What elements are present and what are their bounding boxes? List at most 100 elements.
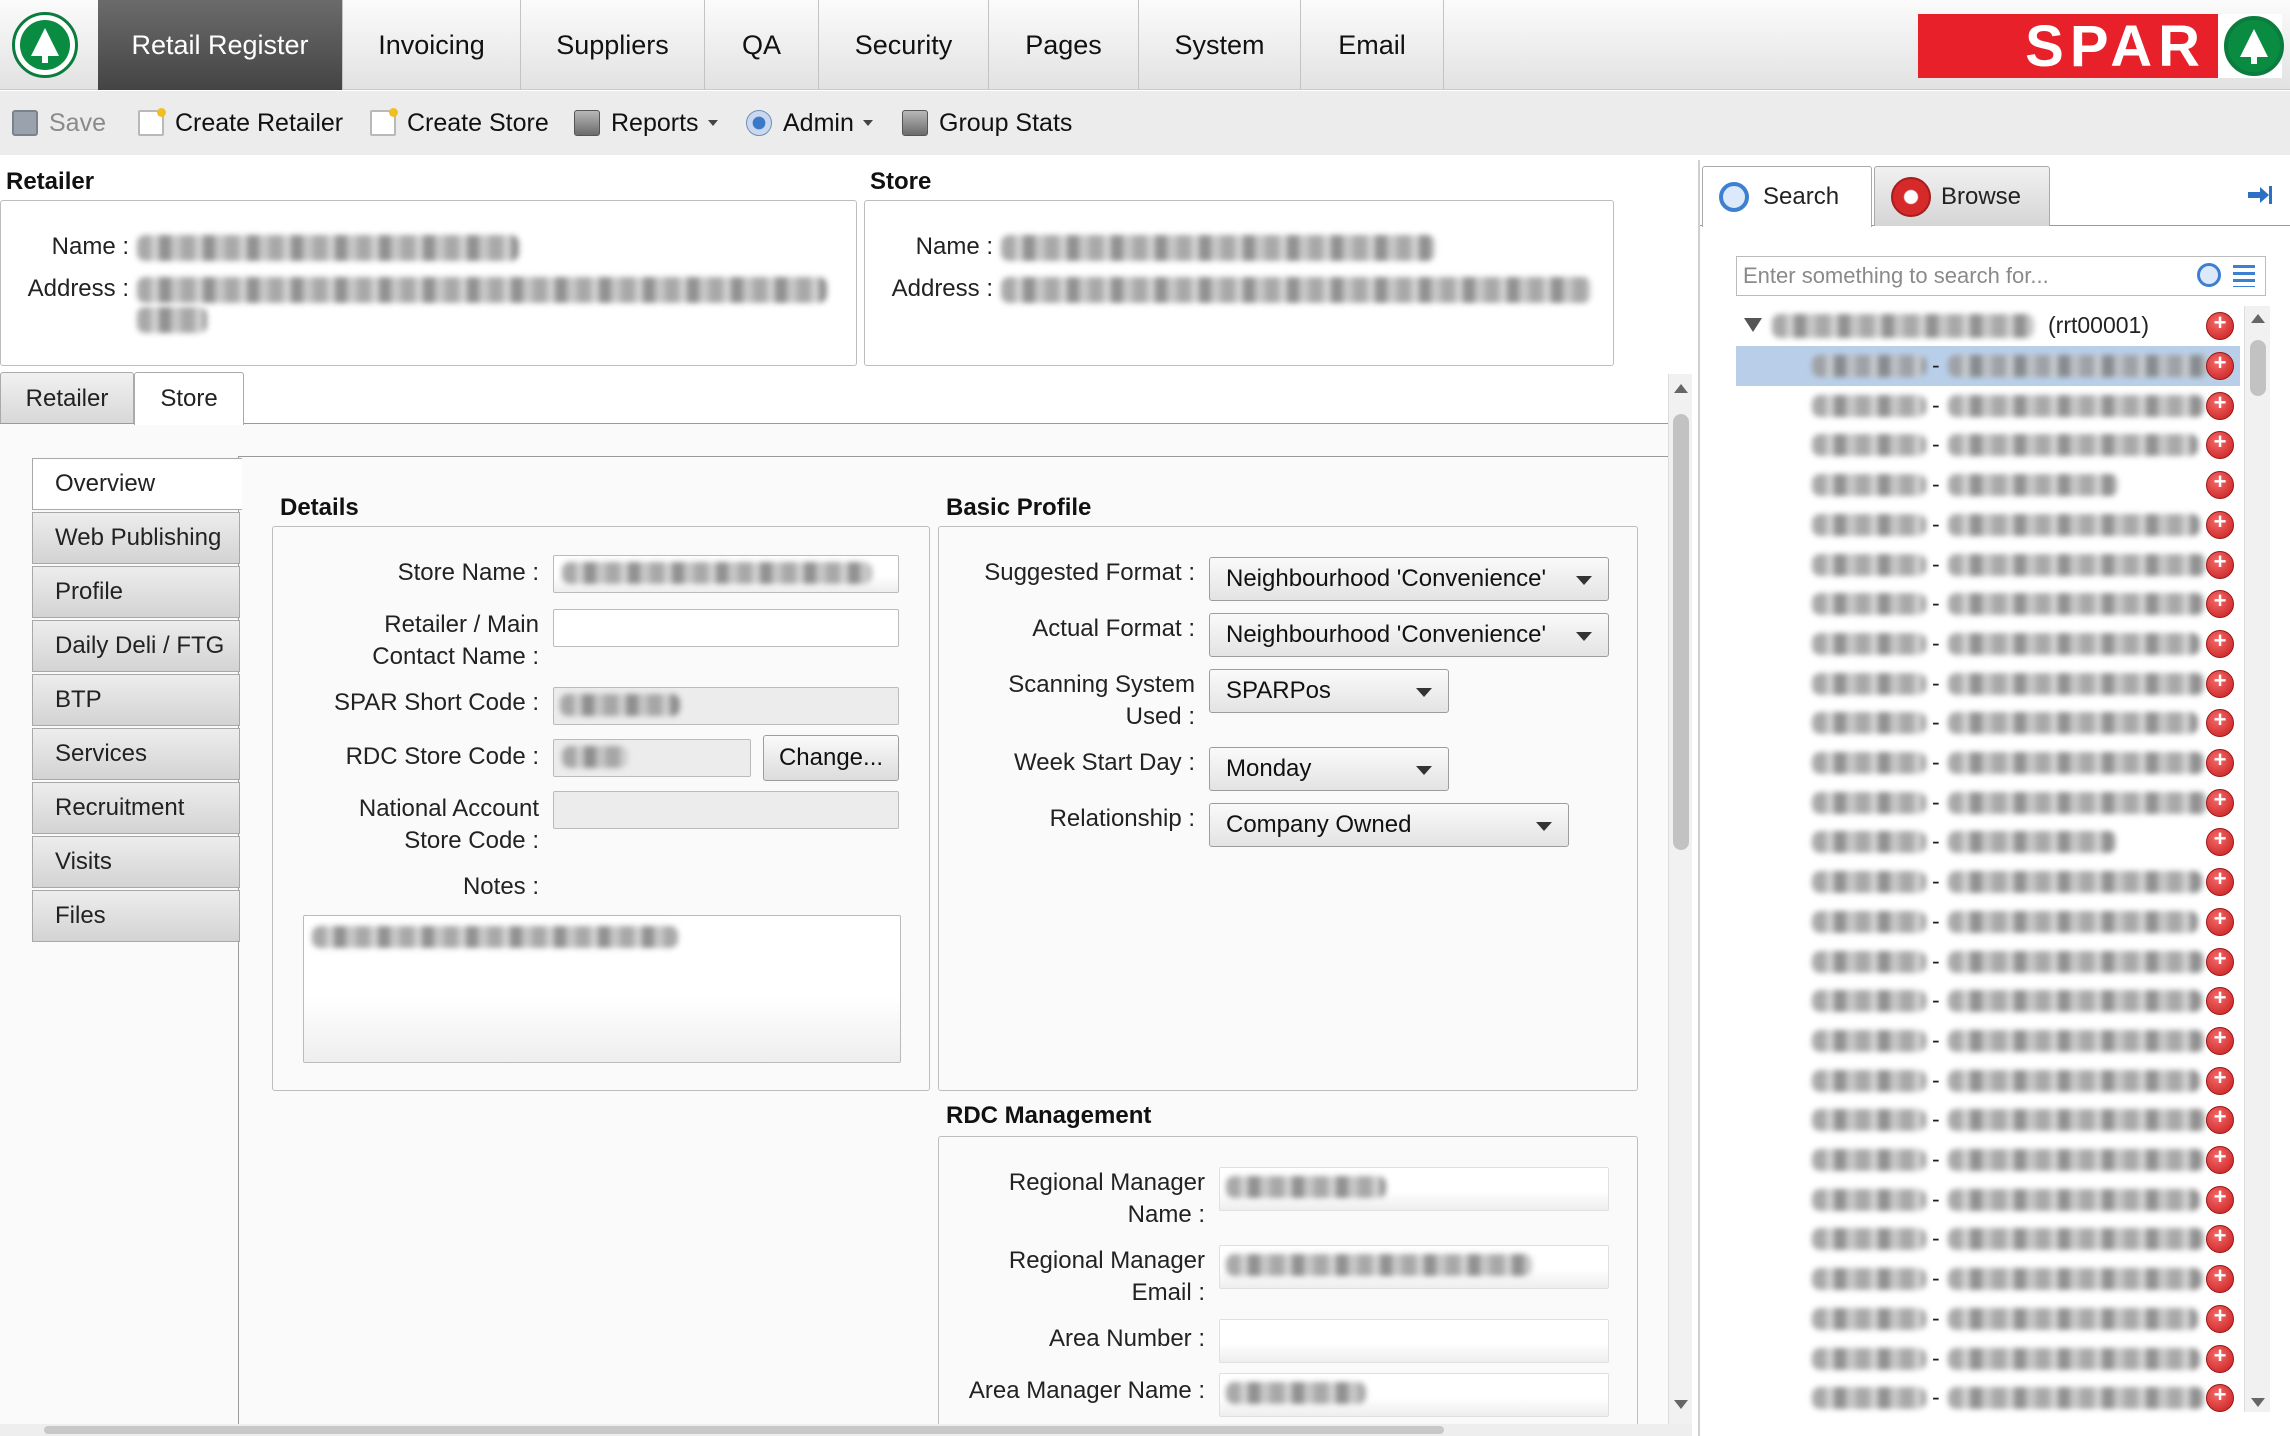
add-favourite-icon[interactable] [2206,985,2234,1016]
side-tab-web-publishing[interactable]: Web Publishing [32,512,240,564]
scroll-down-icon[interactable] [2251,1398,2265,1407]
tree-item[interactable]: - [1736,1140,2240,1180]
add-favourite-icon[interactable] [2206,1144,2234,1174]
tree-item[interactable]: - [1736,465,2240,505]
nav-tab-system[interactable]: System [1139,0,1301,90]
main-vertical-scrollbar[interactable] [1668,374,1692,1424]
tree-item[interactable]: - [1736,1021,2240,1061]
add-favourite-icon[interactable] [2206,707,2234,738]
add-favourite-icon[interactable] [2206,1223,2234,1254]
add-favourite-icon[interactable] [2206,1065,2234,1095]
tree-item[interactable]: - [1736,1299,2240,1339]
create-retailer-button[interactable]: Create Retailer [138,91,343,155]
tab-store[interactable]: Store [134,372,244,425]
tree-item[interactable]: - [1736,505,2240,545]
scroll-up-icon[interactable] [2251,314,2265,323]
tree-item[interactable]: - [1736,545,2240,585]
side-tab-visits[interactable]: Visits [32,836,240,888]
add-favourite-icon[interactable] [2206,509,2234,539]
create-store-button[interactable]: Create Store [370,91,549,155]
add-favourite-icon[interactable] [2206,429,2234,460]
nav-tab-suppliers[interactable]: Suppliers [521,0,705,90]
navigator-scroll-thumb[interactable] [2250,340,2266,396]
tree-item[interactable]: - [1736,743,2240,783]
add-favourite-icon[interactable] [2206,1303,2234,1333]
spar-short-code-input[interactable] [553,687,899,725]
admin-menu-button[interactable]: Admin [746,91,873,155]
national-account-code-input[interactable] [553,791,899,829]
week-start-day-select[interactable]: Monday [1209,747,1449,791]
side-tab-overview[interactable]: Overview [32,458,242,510]
scroll-down-icon[interactable] [1674,1400,1688,1409]
relationship-select[interactable]: Company Owned [1209,803,1569,847]
add-favourite-icon[interactable] [2206,390,2234,420]
add-favourite-icon[interactable] [2206,628,2234,658]
spar-tree-icon[interactable] [12,12,78,78]
add-favourite-icon[interactable] [2206,906,2234,936]
add-favourite-icon[interactable] [2206,826,2234,857]
search-icon[interactable] [2197,263,2221,287]
add-favourite-icon[interactable] [2206,469,2234,500]
scroll-up-icon[interactable] [1674,384,1688,393]
add-favourite-icon[interactable] [2206,310,2234,340]
add-favourite-icon[interactable] [2206,588,2234,619]
regional-manager-email-input[interactable] [1219,1245,1609,1289]
horizontal-scroll-thumb[interactable] [44,1426,1444,1434]
tab-search[interactable]: Search [1702,166,1872,227]
expand-triangle-icon[interactable] [1744,318,1762,332]
add-favourite-icon[interactable] [2206,946,2234,976]
actual-format-select[interactable]: Neighbourhood 'Convenience' [1209,613,1609,657]
tree-item[interactable]: - [1736,1339,2240,1379]
nav-tab-retail-register[interactable]: Retail Register [98,0,343,90]
tab-retailer[interactable]: Retailer [0,372,134,424]
side-tab-services[interactable]: Services [32,728,240,780]
tree-item[interactable]: - [1736,822,2240,862]
tree-root-node[interactable]: (rrt00001) [1736,306,2240,346]
tree-item[interactable]: - [1736,346,2240,386]
search-input[interactable]: Enter something to search for... [1736,256,2266,296]
nav-tab-pages[interactable]: Pages [989,0,1139,90]
tree-item[interactable]: - [1736,942,2240,982]
tree-item[interactable]: - [1736,624,2240,664]
add-favourite-icon[interactable] [2206,549,2234,579]
nav-tab-email[interactable]: Email [1301,0,1444,90]
tree-item[interactable]: - [1736,1259,2240,1299]
nav-tab-qa[interactable]: QA [705,0,819,90]
tree-item[interactable]: - [1736,902,2240,942]
store-name-input[interactable] [553,555,899,593]
suggested-format-select[interactable]: Neighbourhood 'Convenience' [1209,557,1609,601]
add-favourite-icon[interactable] [2206,1263,2234,1294]
tree-item[interactable]: - [1736,664,2240,704]
tree-item[interactable]: - [1736,862,2240,902]
add-favourite-icon[interactable] [2206,1343,2234,1373]
tree-item[interactable]: - [1736,1100,2240,1140]
tree-item[interactable]: - [1736,783,2240,823]
tree-item[interactable]: - [1736,1219,2240,1259]
tree-item[interactable]: - [1736,1180,2240,1220]
add-favourite-icon[interactable] [2206,350,2234,380]
add-favourite-icon[interactable] [2206,1382,2234,1413]
nav-tab-invoicing[interactable]: Invoicing [343,0,521,90]
save-button[interactable]: Save [12,91,106,155]
tab-browse[interactable]: Browse [1874,166,2050,226]
add-favourite-icon[interactable] [2206,1184,2234,1214]
group-stats-button[interactable]: Group Stats [902,91,1072,155]
side-tab-btp[interactable]: BTP [32,674,240,726]
add-favourite-icon[interactable] [2206,866,2234,897]
tree-item[interactable]: - [1736,703,2240,743]
add-favourite-icon[interactable] [2206,787,2234,817]
area-number-input[interactable] [1219,1319,1609,1363]
tree-item[interactable]: - [1736,386,2240,426]
add-favourite-icon[interactable] [2206,747,2234,777]
retailer-contact-name-input[interactable] [553,609,899,647]
rdc-store-code-input[interactable] [553,739,751,777]
main-scroll-thumb[interactable] [1673,414,1689,850]
tree-item[interactable]: - [1736,425,2240,465]
tree-item[interactable]: - [1736,1378,2240,1418]
side-tab-profile[interactable]: Profile [32,566,240,618]
regional-manager-name-input[interactable] [1219,1167,1609,1211]
add-favourite-icon[interactable] [2206,1025,2234,1055]
tree-item[interactable]: - [1736,981,2240,1021]
navigator-vertical-scrollbar[interactable] [2244,306,2270,1412]
search-options-icon[interactable] [2233,265,2255,287]
